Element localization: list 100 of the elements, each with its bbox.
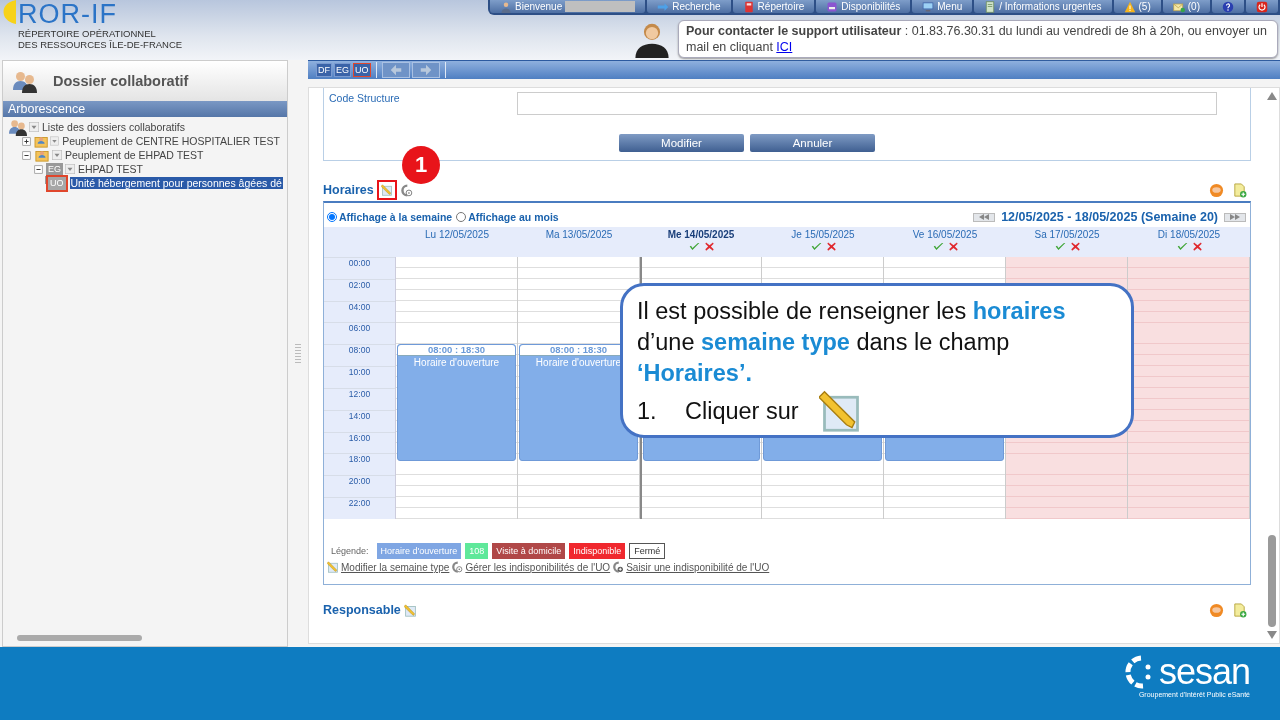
add-document-icon[interactable] bbox=[1232, 602, 1247, 618]
time-label: 02:00 bbox=[348, 279, 371, 290]
people-icon bbox=[13, 69, 37, 93]
nav-button[interactable]: (5) bbox=[1113, 0, 1161, 13]
collapse-icon[interactable] bbox=[21, 149, 32, 161]
time-label: 16:00 bbox=[348, 432, 371, 443]
bed-icon bbox=[826, 0, 839, 13]
expand-icon[interactable] bbox=[21, 135, 32, 147]
scroll-up-icon[interactable] bbox=[1267, 92, 1277, 100]
level-tab[interactable]: DF bbox=[316, 63, 332, 77]
day-header: Lu 12/05/2025 bbox=[396, 227, 518, 257]
scrollbar-thumb[interactable] bbox=[1268, 535, 1276, 627]
opening-hours-block[interactable]: 08:00 : 18:30 Horaire d'ouverture bbox=[397, 344, 516, 461]
comment-icon[interactable] bbox=[1209, 602, 1224, 618]
tree-item[interactable]: Peuplement de CENTRE HOSPITALIER TEST bbox=[61, 135, 281, 147]
nav-button[interactable] bbox=[1212, 0, 1244, 13]
action-link[interactable]: Saisir une indisponibilité de l'UO bbox=[626, 562, 770, 573]
nav-button[interactable]: Disponibilités bbox=[816, 0, 911, 13]
section-header: Arborescence bbox=[3, 101, 287, 117]
next-week-button[interactable] bbox=[1224, 212, 1246, 222]
manage-icon[interactable] bbox=[451, 561, 464, 573]
add-document-icon[interactable] bbox=[1232, 182, 1247, 198]
cross-icon[interactable] bbox=[825, 241, 837, 252]
check-icon[interactable] bbox=[931, 241, 945, 252]
help-icon bbox=[1222, 0, 1234, 13]
form-button[interactable]: Modifier bbox=[619, 134, 744, 152]
day-header: Me 14/05/2025 bbox=[640, 227, 762, 257]
badge: EG bbox=[46, 162, 63, 176]
input-field[interactable] bbox=[517, 92, 1217, 115]
event-label: Horaire d'ouverture bbox=[412, 356, 501, 368]
callout-text: Il est possible de renseigner les horaires d’une semaine type dans le champ ‘Horaires’. bbox=[637, 297, 1067, 388]
day-header: Je 15/05/2025 bbox=[762, 227, 884, 257]
mail-icon bbox=[1172, 0, 1185, 13]
step-text: Cliquer sur bbox=[685, 396, 799, 426]
radio-label: Affichage au mois bbox=[468, 211, 559, 223]
legend-label: Légende: bbox=[331, 546, 369, 556]
tree-item[interactable]: Liste des dossiers collaboratifs bbox=[41, 121, 186, 133]
cross-icon[interactable] bbox=[947, 241, 959, 252]
folder-icon bbox=[34, 148, 50, 162]
comment-icon[interactable] bbox=[1209, 182, 1224, 198]
check-icon[interactable] bbox=[687, 241, 701, 252]
logo-title: ROR-IF bbox=[18, 0, 118, 28]
cross-icon[interactable] bbox=[703, 241, 715, 252]
nav-button[interactable] bbox=[1246, 0, 1278, 13]
dropdown-icon[interactable] bbox=[29, 122, 39, 132]
time-label: 22:00 bbox=[348, 498, 371, 509]
power-icon bbox=[1256, 0, 1268, 13]
dropdown-icon[interactable] bbox=[50, 136, 60, 146]
check-icon[interactable] bbox=[1175, 241, 1189, 252]
tree-item[interactable]: Unité hébergement pour personnes âgées dé bbox=[69, 177, 283, 189]
dropdown-icon[interactable] bbox=[52, 150, 62, 160]
legend-chip: Visite à domicile bbox=[492, 543, 566, 559]
back-button[interactable] bbox=[381, 62, 410, 78]
scroll-down-icon[interactable] bbox=[1267, 631, 1277, 639]
radio-button[interactable] bbox=[456, 212, 467, 222]
add-unavailability-icon[interactable] bbox=[612, 561, 625, 573]
time-label: 20:00 bbox=[348, 476, 371, 487]
level-tab[interactable]: EG bbox=[334, 63, 351, 77]
support-link[interactable]: ICI bbox=[776, 40, 793, 54]
badge: UO bbox=[48, 176, 66, 190]
user-icon bbox=[500, 0, 512, 13]
edit-icon[interactable] bbox=[403, 603, 417, 617]
action-link[interactable]: Modifier la semaine type bbox=[341, 562, 450, 573]
logo-text: sesan bbox=[1158, 655, 1250, 689]
edit-icon[interactable] bbox=[327, 561, 339, 573]
legend-chip: 108 bbox=[465, 543, 489, 559]
time-label: 08:00 bbox=[348, 345, 371, 356]
tree-item[interactable]: Peuplement de EHPAD TEST bbox=[64, 149, 205, 161]
forward-button[interactable] bbox=[411, 62, 440, 78]
radio-button[interactable] bbox=[327, 212, 337, 222]
check-icon[interactable] bbox=[809, 241, 823, 252]
previous-week-button[interactable] bbox=[973, 212, 996, 222]
nav-button[interactable]: Répertoire bbox=[732, 0, 815, 13]
dropdown-icon[interactable] bbox=[65, 164, 75, 174]
legend-chip: Fermé bbox=[629, 543, 666, 559]
nav-button[interactable]: (0) bbox=[1162, 0, 1210, 13]
forward-arrow-icon bbox=[418, 63, 433, 77]
tree-item[interactable]: EHPAD TEST bbox=[77, 163, 144, 175]
step-number: 1. bbox=[637, 396, 658, 426]
legend-chip: Indisponible bbox=[569, 543, 626, 559]
nav-button[interactable]: Recherche bbox=[647, 0, 731, 13]
nav-button[interactable]: Bienvenue bbox=[490, 0, 646, 13]
action-link[interactable]: Gérer les indisponibilités de l'UO bbox=[465, 562, 611, 573]
collapse-icon[interactable] bbox=[33, 163, 44, 175]
nav-button[interactable]: Menu bbox=[912, 0, 973, 13]
manage-icon[interactable] bbox=[399, 183, 413, 197]
cross-icon[interactable] bbox=[1191, 241, 1203, 252]
logo-subtitle: DES RESSOURCES ÎLE-DE-FRANCE bbox=[18, 39, 184, 50]
document-icon bbox=[984, 0, 997, 13]
day-header: Sa 17/05/2025 bbox=[1006, 227, 1128, 257]
cross-icon[interactable] bbox=[1069, 241, 1081, 252]
event-time: 08:00 : 18:30 bbox=[398, 345, 515, 356]
check-icon[interactable] bbox=[1053, 241, 1067, 252]
book-icon bbox=[742, 0, 755, 13]
nav-button[interactable]: / Informations urgentes bbox=[974, 0, 1112, 13]
time-label: 18:00 bbox=[348, 454, 371, 465]
time-label: 10:00 bbox=[348, 367, 371, 378]
level-tab[interactable]: UO bbox=[353, 63, 371, 77]
field-label: Code Structure bbox=[329, 92, 400, 106]
form-button[interactable]: Annuler bbox=[750, 134, 875, 152]
